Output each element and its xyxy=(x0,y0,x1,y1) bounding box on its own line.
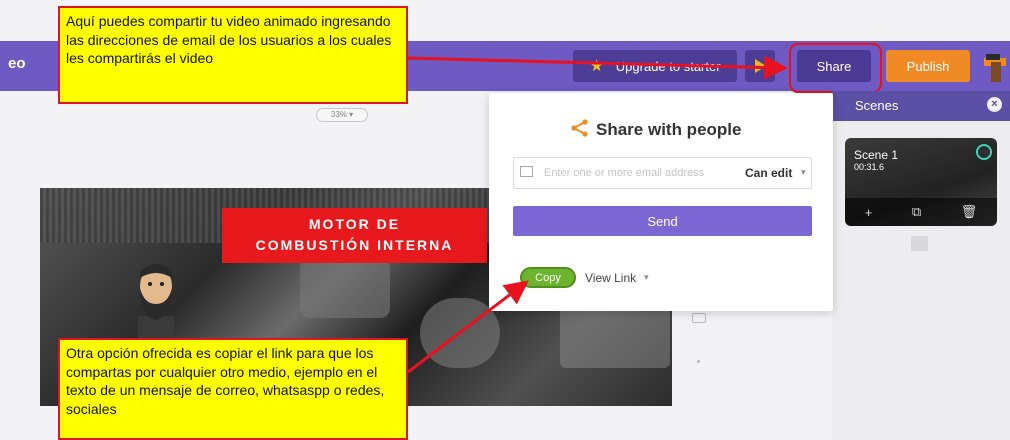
mail-icon xyxy=(520,166,533,177)
upgrade-label: Upgrade to starter xyxy=(615,58,721,74)
scene-user-icon xyxy=(976,144,992,160)
view-link-select[interactable]: View Link xyxy=(585,271,636,285)
engine-part-image xyxy=(420,298,500,368)
scene-name: Scene 1 xyxy=(854,148,899,162)
delete-scene-icon[interactable]: 🗑 xyxy=(961,204,978,220)
engine-part-image xyxy=(300,258,390,318)
scene-toolbar: + ⧉ 🗑 xyxy=(845,198,997,226)
canvas-side-icon[interactable] xyxy=(692,313,706,323)
copy-link-button[interactable]: Copy xyxy=(520,267,576,288)
copy-button-label: Copy xyxy=(535,271,561,284)
send-button[interactable]: Send xyxy=(513,206,812,236)
chevron-down-icon[interactable]: ▾ xyxy=(801,167,806,178)
scene-duration: 00:31.6 xyxy=(854,162,885,172)
send-button-label: Send xyxy=(647,213,678,229)
bearded-character-icon[interactable] xyxy=(130,258,182,340)
share-highlight-outline xyxy=(789,43,882,93)
permission-select[interactable]: Can edit xyxy=(745,166,792,180)
add-scene-icon[interactable]: + xyxy=(865,205,873,220)
title-line-1: MOTOR DE xyxy=(308,216,401,232)
scene-card[interactable]: Scene 1 00:31.6 + ⧉ 🗑 xyxy=(845,138,997,226)
title-line-2: COMBUSTIÓN INTERNA xyxy=(255,237,454,253)
chevron-down-icon[interactable]: ▾ xyxy=(644,272,649,283)
preview-button[interactable] xyxy=(745,50,775,82)
share-icon xyxy=(571,119,588,137)
share-dialog-title: Share with people xyxy=(596,120,742,139)
user-avatar-icon[interactable] xyxy=(982,50,1008,82)
publish-button-label: Publish xyxy=(906,58,950,74)
star-icon: ★ xyxy=(589,58,604,75)
scene-thumbnail-icon[interactable] xyxy=(911,236,928,251)
zoom-selector[interactable]: 33% ▾ xyxy=(316,108,368,122)
duplicate-scene-icon[interactable]: ⧉ xyxy=(912,204,921,220)
publish-button[interactable]: Publish xyxy=(886,50,970,82)
close-icon[interactable]: × xyxy=(987,97,1002,112)
canvas-side-dot xyxy=(697,360,700,363)
upgrade-button[interactable]: ★ Upgrade to starter xyxy=(573,50,737,82)
annotation-share-note: Aquí puedes compartir tu video animado i… xyxy=(58,6,408,104)
app-title-fragment: eo xyxy=(8,55,26,72)
scenes-title: Scenes xyxy=(855,98,899,113)
email-input[interactable] xyxy=(542,162,736,184)
annotation-copy-note: Otra opción ofrecida es copiar el link p… xyxy=(58,338,408,440)
preview-play-icon xyxy=(754,59,766,73)
